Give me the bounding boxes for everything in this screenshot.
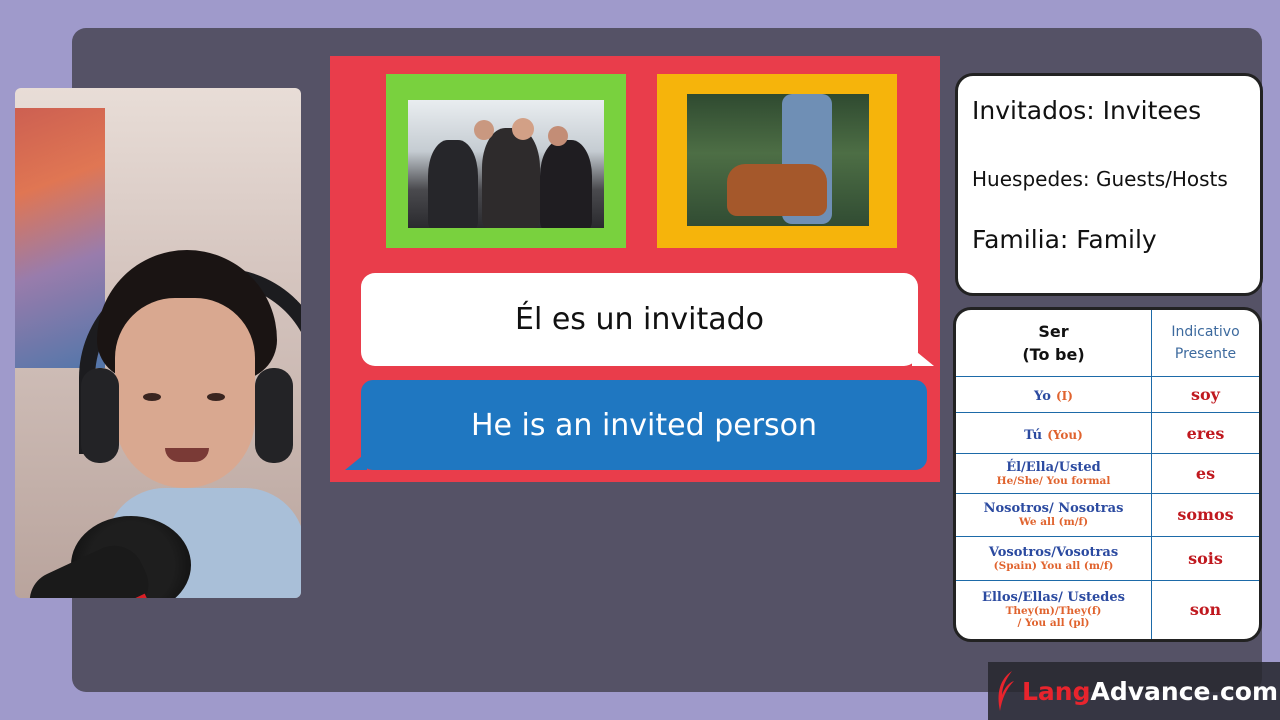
table-row: Él/Ella/Usted He/She/ You formal es — [956, 452, 1259, 495]
header-mood: Indicativo — [1171, 324, 1240, 341]
presenter-mouth — [165, 448, 209, 462]
pronoun: Tú — [1024, 427, 1043, 443]
header-verb: Ser — [1038, 322, 1069, 342]
pronoun: Nosotros/ Nosotras — [983, 501, 1124, 517]
table-row: Nosotros/ Nosotras We all (m/f) somos — [956, 493, 1259, 537]
bubble-tail — [345, 452, 367, 470]
lesson-slide: Él es un invitado He is an invited perso… — [330, 56, 940, 482]
spanish-speech-bubble: Él es un invitado — [361, 273, 934, 366]
verb-cell: son — [1151, 579, 1259, 639]
pronoun-cell: Ellos/Ellas/ Ustedes They(m)/They(f) / Y… — [956, 579, 1152, 639]
brand-name: LangAdvance.com — [1022, 677, 1278, 706]
pronoun-english: / You all (pl) — [1017, 617, 1090, 630]
friends-photo — [408, 100, 604, 228]
header-verb-cell: Ser (To be) — [956, 310, 1152, 378]
verb-form: soy — [1191, 385, 1220, 405]
brand-rest: Advance.com — [1090, 676, 1279, 706]
verb-form: es — [1195, 463, 1216, 483]
vocabulary-card: Invitados: Invitees Huespedes: Guests/Ho… — [955, 73, 1263, 296]
photo-face-2 — [512, 118, 534, 140]
pronoun: Yo — [1034, 389, 1051, 405]
photo-person-2 — [482, 128, 540, 228]
pronoun-english: We all (m/f) — [1018, 516, 1089, 529]
photo-frame-luggage — [657, 74, 897, 248]
english-sentence: He is an invited person — [470, 407, 818, 443]
photo-person-1 — [428, 140, 478, 228]
travel-bag — [727, 164, 827, 216]
conjugation-table: Ser (To be) Indicativo Presente Yo (I) s… — [953, 307, 1262, 642]
presenter-eye-left — [143, 393, 161, 401]
header-tense-cell: Indicativo Presente — [1151, 310, 1259, 378]
spanish-sentence: Él es un invitado — [515, 302, 764, 337]
presenter-eye-right — [207, 393, 225, 401]
webcam-video — [15, 88, 301, 598]
pronoun-cell: Tú (You) — [956, 412, 1152, 454]
verb-cell: sois — [1151, 535, 1259, 581]
table-row: Ellos/Ellas/ Ustedes They(m)/They(f) / Y… — [956, 579, 1259, 639]
table-header-row: Ser (To be) Indicativo Presente — [956, 310, 1259, 378]
pronoun-cell: Él/Ella/Usted He/She/ You formal — [956, 452, 1152, 495]
pronoun-cell: Vosotros/Vosotras (Spain) You all (m/f) — [956, 535, 1152, 581]
vocab-item-huespedes: Huespedes: Guests/Hosts — [972, 167, 1228, 191]
presenter-face — [115, 298, 255, 488]
verb-form: eres — [1186, 423, 1225, 443]
bubble-tail — [912, 348, 934, 366]
verb-cell: somos — [1151, 493, 1259, 537]
verb-cell: soy — [1151, 376, 1259, 414]
headphone-cup-left — [81, 368, 119, 463]
verb-form: somos — [1177, 505, 1234, 525]
pronoun: Él/Ella/Usted — [1006, 459, 1101, 475]
pronoun-english: He/She/ You formal — [996, 474, 1111, 487]
luggage-photo — [687, 94, 869, 226]
vocab-item-invitados: Invitados: Invitees — [972, 96, 1202, 125]
verb-cell: eres — [1151, 412, 1259, 454]
header-verb-translation: (To be) — [1022, 345, 1085, 365]
vocab-item-familia: Familia: Family — [972, 225, 1157, 254]
pronoun-english: (I) — [1055, 389, 1073, 404]
pronoun-english: (Spain) You all (m/f) — [993, 559, 1114, 572]
brand-watermark: LangAdvance.com — [988, 662, 1280, 720]
pronoun-english: (You) — [1047, 427, 1083, 442]
pronoun: Vosotros/Vosotras — [988, 544, 1119, 560]
pronoun-cell: Nosotros/ Nosotras We all (m/f) — [956, 493, 1152, 537]
verb-cell: es — [1151, 452, 1259, 495]
english-speech-bubble: He is an invited person — [345, 380, 927, 470]
pronoun-cell: Yo (I) — [956, 376, 1152, 414]
photo-face-1 — [474, 120, 494, 140]
header-tense: Presente — [1174, 346, 1237, 363]
feather-quill-icon — [998, 671, 1014, 711]
pronoun: Ellos/Ellas/ Ustedes — [982, 590, 1125, 606]
table-row: Tú (You) eres — [956, 412, 1259, 454]
verb-form: sois — [1188, 548, 1223, 568]
photo-person-3 — [540, 140, 592, 228]
photo-frame-friends — [386, 74, 626, 248]
table-row: Yo (I) soy — [956, 376, 1259, 414]
headphone-cup-right — [255, 368, 293, 463]
verb-form: son — [1189, 600, 1222, 620]
brand-lang: Lang — [1022, 676, 1091, 706]
table-row: Vosotros/Vosotras (Spain) You all (m/f) … — [956, 535, 1259, 581]
pronoun-english: They(m)/They(f) — [1005, 605, 1102, 618]
photo-face-3 — [548, 126, 568, 146]
